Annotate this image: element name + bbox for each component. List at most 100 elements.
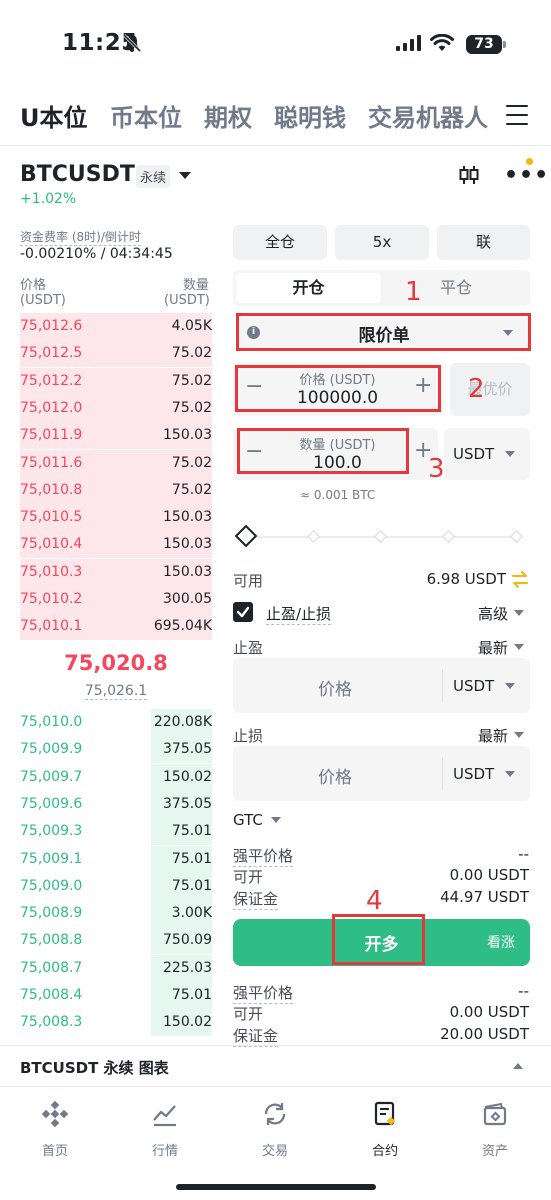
tpsl-checkbox[interactable] xyxy=(233,602,253,622)
tab-open[interactable]: 开仓 xyxy=(236,273,381,303)
tab-options[interactable]: 期权 xyxy=(204,98,252,133)
short-margin-label[interactable]: 保证金 xyxy=(233,1025,279,1047)
short-liq-label[interactable]: 强平价格 xyxy=(233,982,294,1004)
ask-row[interactable]: 75,010.5 150.03 xyxy=(20,504,212,532)
ask-row[interactable]: 75,011.9 150.03 xyxy=(20,422,212,450)
ask-price: 75,010.8 xyxy=(20,481,83,498)
slider-mark[interactable] xyxy=(442,530,455,543)
ask-row[interactable]: 75,010.4 150.03 xyxy=(20,531,212,559)
margin-mode-button[interactable]: 全仓 xyxy=(233,225,327,260)
ask-row[interactable]: 75,010.3 150.03 xyxy=(20,558,212,586)
bid-row[interactable]: 75,009.7 150.02 xyxy=(20,763,212,791)
tab-trading-bots[interactable]: 交易机器人 xyxy=(368,98,488,133)
ask-quantity: 150.03 xyxy=(163,427,212,444)
chevron-down-icon xyxy=(514,644,524,650)
nav-markets[interactable]: 行情 xyxy=(110,1100,220,1159)
position-mode-button[interactable]: 联 xyxy=(437,225,530,260)
chevron-up-icon[interactable] xyxy=(513,1063,523,1069)
long-margin-label[interactable]: 保证金 xyxy=(233,888,279,910)
bid-quantity: 75.01 xyxy=(171,850,212,867)
funding-rate-label[interactable]: 资金费率 (8时)/倒计时 xyxy=(20,228,141,246)
tab-usdm[interactable]: U本位 xyxy=(20,98,88,133)
long-open-label: 可开 xyxy=(233,868,264,886)
ask-quantity: 75.02 xyxy=(171,372,212,389)
available-label: 可用 xyxy=(233,572,264,590)
ask-row[interactable]: 75,012.6 4.05K xyxy=(20,313,212,340)
symbol-name[interactable]: BTCUSDT xyxy=(20,162,135,187)
menu-icon[interactable] xyxy=(506,105,528,125)
bid-row[interactable]: 75,008.9 3.00K xyxy=(20,900,212,928)
sl-label: 止损 xyxy=(233,727,264,745)
ask-price: 75,010.5 xyxy=(20,509,83,526)
annotation-box-3 xyxy=(237,428,409,474)
bid-row[interactable]: 75,009.6 375.05 xyxy=(20,790,212,818)
bid-row[interactable]: 75,008.7 225.03 xyxy=(20,954,212,982)
nav-home[interactable]: 首页 xyxy=(0,1100,110,1159)
ask-row[interactable]: 75,012.0 75.02 xyxy=(20,394,212,422)
ask-row[interactable]: 75,011.6 75.02 xyxy=(20,449,212,477)
sl-unit[interactable]: USDT xyxy=(453,765,494,783)
slider-handle[interactable] xyxy=(234,524,258,548)
bid-price: 75,009.9 xyxy=(20,741,83,758)
ask-quantity: 695.04K xyxy=(153,618,212,635)
wallet-icon xyxy=(483,1102,507,1126)
bid-price: 75,009.1 xyxy=(20,850,83,867)
annotation-number: 4 xyxy=(366,886,383,916)
last-price[interactable]: 75,020.8 xyxy=(20,651,212,675)
mark-price-value: 75,026.1 xyxy=(84,683,148,700)
best-price-button[interactable]: 最优价 xyxy=(450,363,530,416)
ask-row[interactable]: 75,012.5 75.02 xyxy=(20,340,212,368)
bid-price: 75,009.3 xyxy=(20,823,83,840)
bid-row[interactable]: 75,010.0 220.08K xyxy=(20,709,212,736)
bid-row[interactable]: 75,008.8 750.09 xyxy=(20,927,212,955)
time-in-force[interactable]: GTC xyxy=(233,811,263,829)
tp-label: 止盈 xyxy=(233,639,264,657)
mark-price: 75,026.1 xyxy=(20,683,212,700)
bid-row[interactable]: 75,009.0 75.01 xyxy=(20,872,212,900)
ask-row[interactable]: 75,010.2 300.05 xyxy=(20,586,212,613)
bid-row[interactable]: 75,009.1 75.01 xyxy=(20,845,212,873)
ask-row[interactable]: 75,012.2 75.02 xyxy=(20,367,212,395)
bell-muted-icon xyxy=(122,33,142,53)
long-liq-label[interactable]: 强平价格 xyxy=(233,845,294,867)
available-value: 6.98 USDT xyxy=(426,570,506,588)
ask-quantity: 150.03 xyxy=(163,563,212,580)
ask-row[interactable]: 75,010.8 75.02 xyxy=(20,476,212,504)
bid-row[interactable]: 75,009.9 375.05 xyxy=(20,736,212,764)
nav-assets[interactable]: 资产 xyxy=(440,1100,550,1159)
tpsl-mode[interactable]: 高级 xyxy=(440,603,508,624)
quantity-approx: ≈ 0.001 BTC xyxy=(300,488,376,502)
cellular-signal-icon xyxy=(396,35,421,51)
chart-toggle-label[interactable]: BTCUSDT 永续 图表 xyxy=(20,1057,169,1078)
annotation-box-1 xyxy=(236,313,531,351)
nav-divider xyxy=(0,1086,551,1087)
open-long-side: 看涨 xyxy=(487,935,515,951)
ask-row[interactable]: 75,010.1 695.04K xyxy=(20,613,212,641)
slider-mark[interactable] xyxy=(510,530,523,543)
chevron-down-icon[interactable] xyxy=(179,172,191,179)
ask-price: 75,011.6 xyxy=(20,454,83,471)
nav-trade[interactable]: 交易 xyxy=(220,1100,330,1159)
bid-row[interactable]: 75,008.3 150.02 xyxy=(20,1009,212,1037)
tpsl-label[interactable]: 止盈/止损 xyxy=(266,603,332,625)
bid-row[interactable]: 75,009.3 75.01 xyxy=(20,818,212,846)
candlestick-chart-icon[interactable] xyxy=(458,164,480,186)
annotation-box-2 xyxy=(235,365,441,412)
price-change: +1.02% xyxy=(20,191,77,207)
slider-mark[interactable] xyxy=(307,530,320,543)
nav-futures[interactable]: 合约 xyxy=(330,1100,440,1159)
leverage-button[interactable]: 5x xyxy=(335,225,429,260)
tp-unit[interactable]: USDT xyxy=(453,677,494,695)
transfer-icon[interactable] xyxy=(511,571,529,588)
tp-trigger-select[interactable]: 最新 xyxy=(440,637,508,658)
short-open-value: 0.00 USDT xyxy=(449,1003,529,1021)
tab-coinm[interactable]: 币本位 xyxy=(110,98,182,133)
sl-trigger-select[interactable]: 最新 xyxy=(440,725,508,746)
more-icon[interactable]: ••• xyxy=(504,165,549,187)
wifi-icon xyxy=(430,34,454,51)
slider-mark[interactable] xyxy=(374,530,387,543)
bid-price: 75,008.8 xyxy=(20,932,83,949)
chevron-down-icon xyxy=(505,683,515,689)
bid-row[interactable]: 75,008.4 75.01 xyxy=(20,982,212,1009)
tab-smart-money[interactable]: 聪明钱 xyxy=(274,98,346,133)
